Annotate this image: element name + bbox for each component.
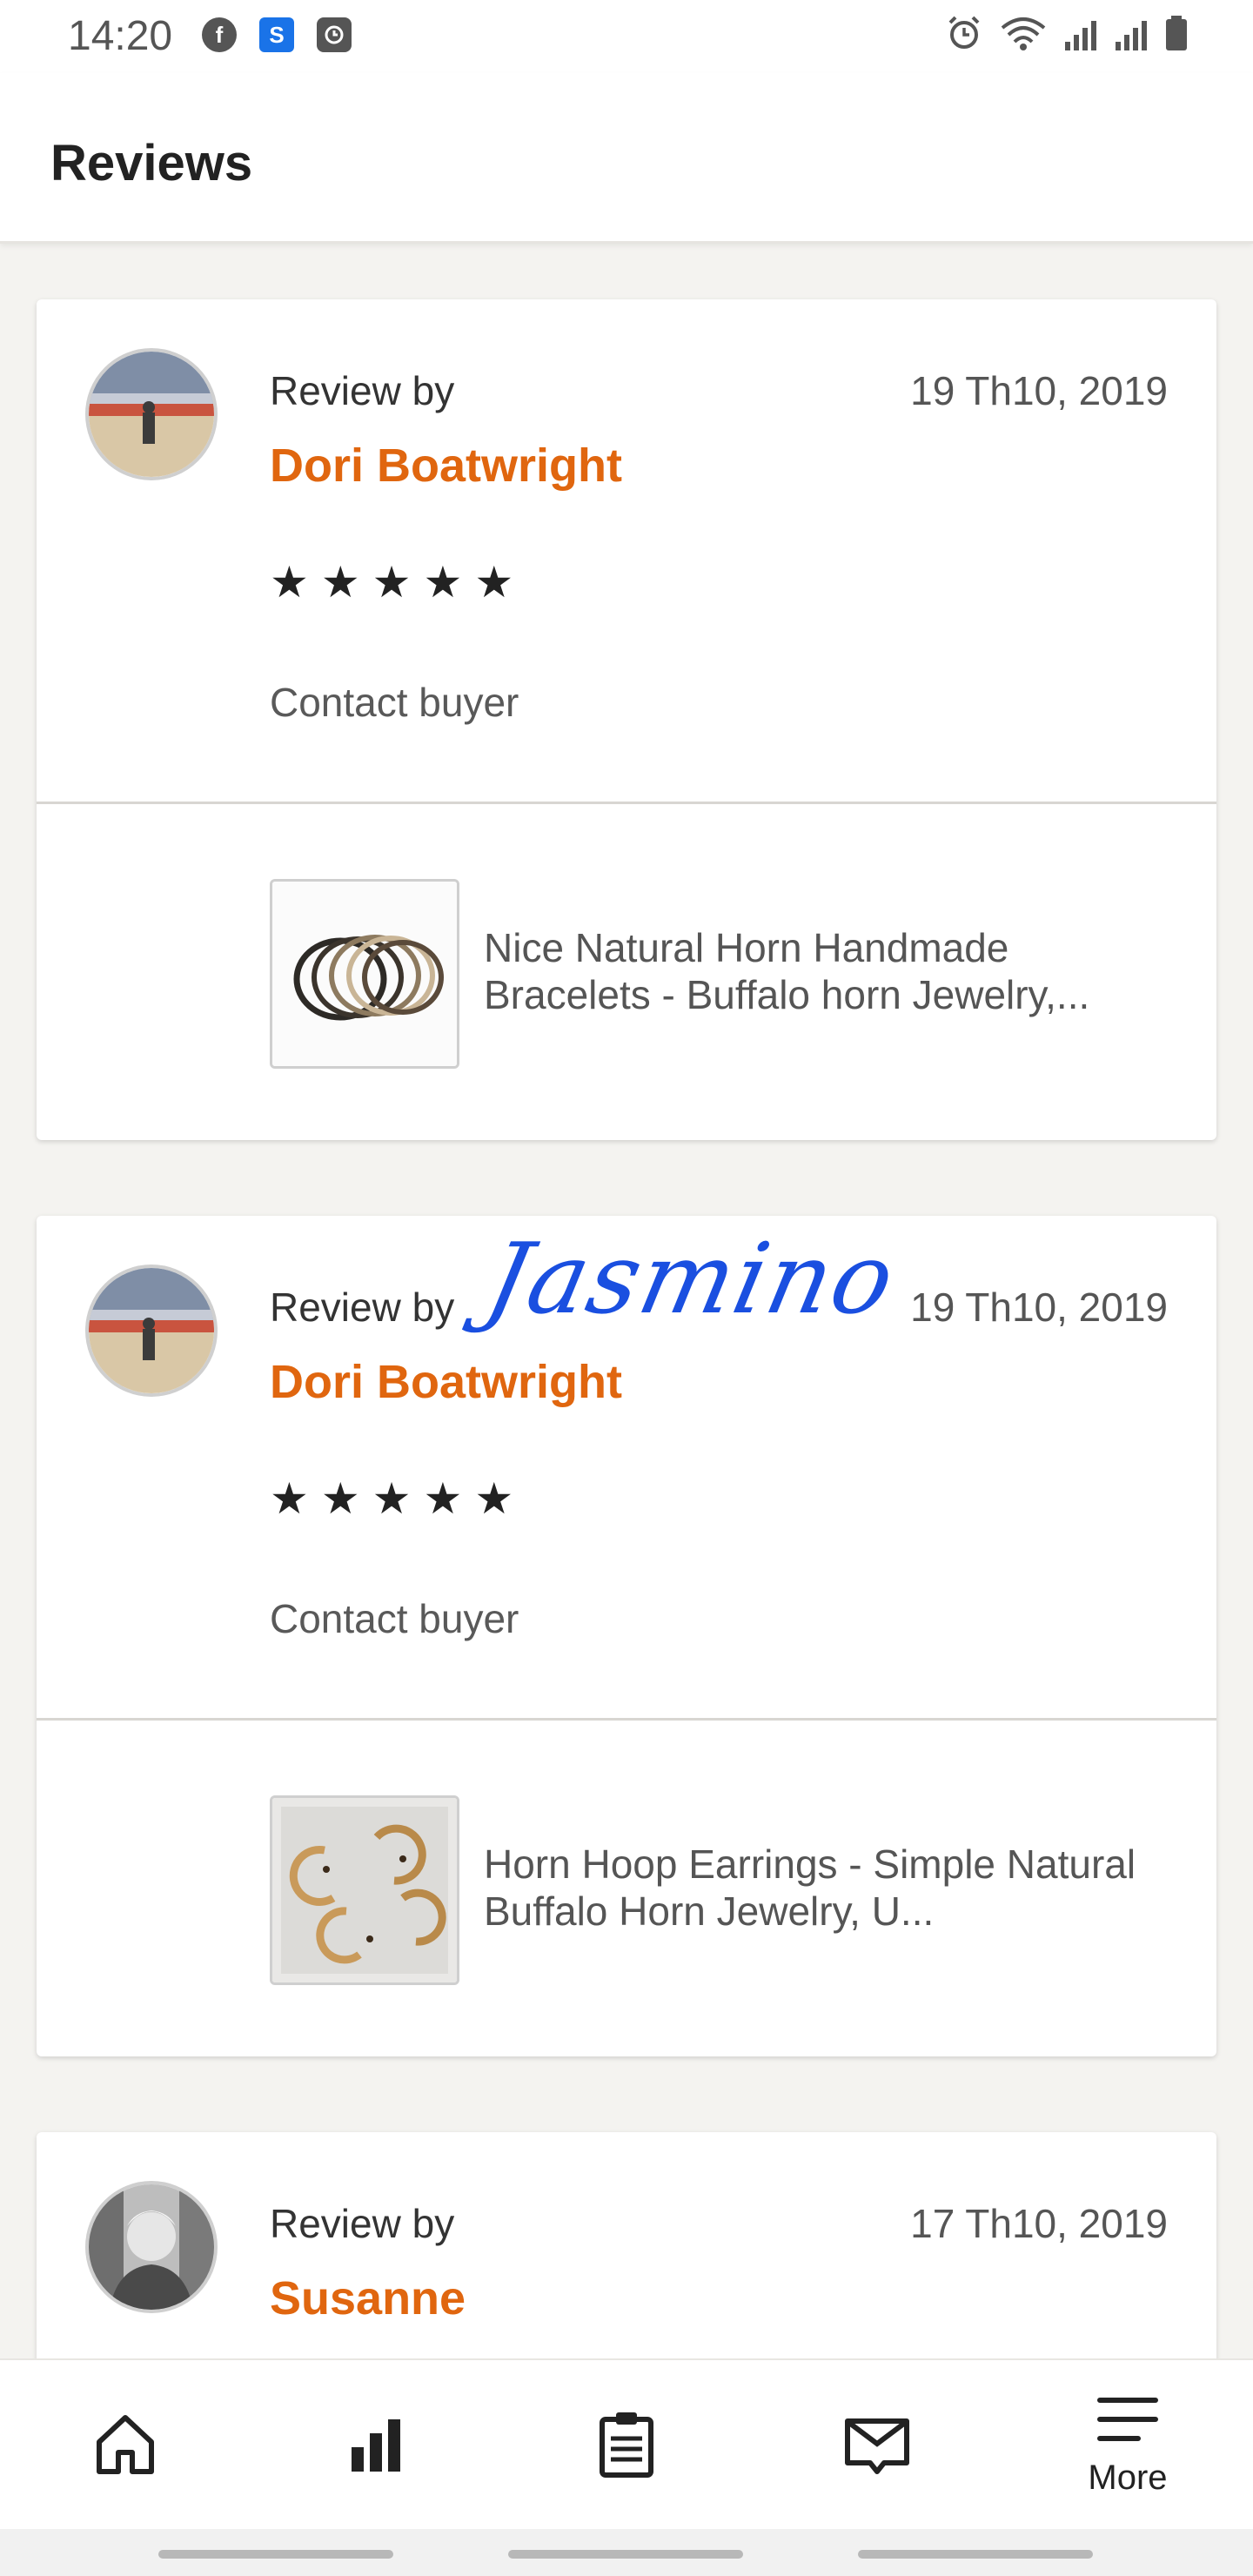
star-icon: ★ [474,558,514,607]
notification-icons: f S [202,17,352,52]
system-icons [945,14,1189,57]
reviewer-name[interactable]: Dori Boatwright [270,439,622,493]
status-bar: 14:20 f S [0,0,1253,73]
star-icon: ★ [423,558,463,607]
product-thumbnail[interactable] [270,1795,459,1985]
reviewed-product[interactable]: Nice Natural Horn Handmade Bracelets - B… [37,804,1216,1140]
messages-icon [842,2409,912,2483]
review-by-label: Review by [270,2201,455,2246]
orders-clipboard-icon [592,2409,661,2483]
star-icon: ★ [320,558,360,607]
product-title[interactable]: Nice Natural Horn Handmade Bracelets - B… [484,924,1171,1018]
review-date: 19 Th10, 2019 [910,368,1168,413]
review-by-label: Review by [270,1285,455,1330]
battery-icon [1164,14,1189,57]
star-icon: ★ [320,1474,360,1523]
home-icon [90,2409,160,2483]
gesture-pill[interactable] [508,2550,743,2559]
wifi-icon [999,14,1048,57]
star-icon: ★ [372,558,412,607]
star-icon: ★ [474,1474,514,1523]
review-date: 17 Th10, 2019 [910,2201,1168,2246]
facebook-icon: f [202,17,237,52]
star-rating: ★ ★ ★ ★ ★ [270,1477,513,1520]
review-by-label: Review by [270,368,455,413]
stats-icon [341,2409,411,2483]
product-thumbnail[interactable] [270,879,459,1069]
app-header: Reviews [0,73,1253,244]
review-card: Review by 19 Th10, 2019 Dori Boatwright … [37,1216,1216,2056]
review-header: Review by 19 Th10, 2019 Dori Boatwright … [37,1216,1216,1721]
avatar[interactable] [85,1265,218,1397]
contact-buyer-link[interactable]: Contact buyer [270,679,519,726]
page-title: Reviews [50,135,253,191]
nav-orders[interactable] [501,2360,752,2531]
gesture-pill[interactable] [858,2550,1093,2559]
product-title[interactable]: Horn Hoop Earrings - Simple Natural Buff… [484,1841,1171,1935]
reviewer-name[interactable]: Susanne [270,2271,466,2325]
star-icon: ★ [423,1474,463,1523]
menu-icon [1096,2393,1159,2450]
nav-home[interactable] [0,2360,251,2531]
star-rating: ★ ★ ★ ★ ★ [270,560,513,604]
nav-stats[interactable] [251,2360,501,2531]
review-card: Review by 17 Th10, 2019 Susanne [37,2132,1216,2393]
signal-icon [1114,17,1149,57]
s-app-icon: S [259,17,294,52]
review-card: Review by 19 Th10, 2019 Dori Boatwright … [37,299,1216,1140]
reviewed-product[interactable]: Horn Hoop Earrings - Simple Natural Buff… [37,1721,1216,2056]
alarm-icon [945,14,983,57]
system-gesture-bar [0,2529,1253,2576]
avatar[interactable] [85,2181,218,2313]
contact-buyer-link[interactable]: Contact buyer [270,1595,519,1642]
reviewer-name[interactable]: Dori Boatwright [270,1355,622,1409]
star-icon: ★ [270,1474,309,1523]
review-header: Review by 19 Th10, 2019 Dori Boatwright … [37,299,1216,804]
signal-icon [1063,17,1098,57]
clock-app-icon [317,17,352,52]
nav-more[interactable]: More [1002,2360,1253,2531]
signature-overlay: Jasmino [477,1223,906,1336]
review-date: 19 Th10, 2019 [910,1285,1168,1330]
avatar[interactable] [85,348,218,480]
nav-more-label: More [1088,2459,1168,2497]
nav-messages[interactable] [752,2360,1002,2531]
status-time: 14:20 [68,13,173,59]
review-header: Review by 17 Th10, 2019 Susanne [37,2132,1216,2393]
star-icon: ★ [270,558,309,607]
gesture-pill[interactable] [158,2550,393,2559]
star-icon: ★ [372,1474,412,1523]
bottom-navigation: More [0,2358,1253,2529]
